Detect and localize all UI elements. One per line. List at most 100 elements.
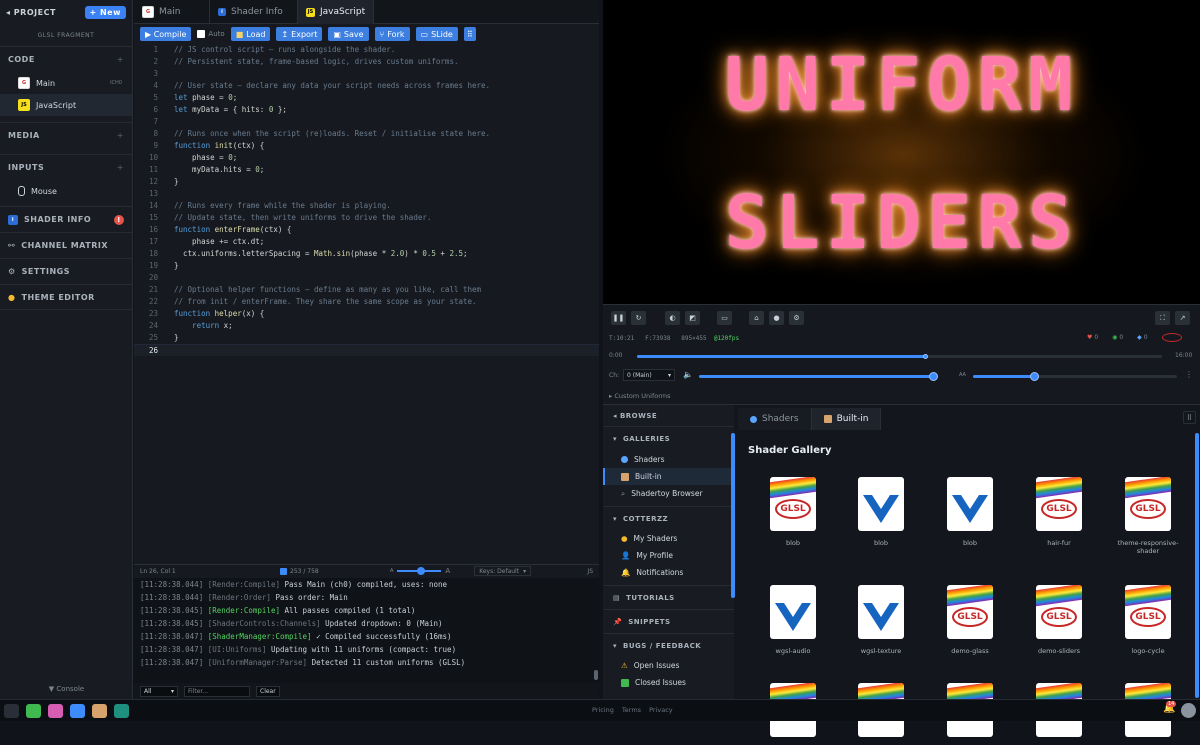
volume-slider[interactable] [699, 372, 939, 381]
code-line[interactable]: 8 // Runs once when the script (re)loads.… [134, 128, 599, 140]
code-line[interactable]: 12} [134, 176, 599, 188]
code-line[interactable]: 24 return x; [134, 320, 599, 332]
more-icon[interactable]: ⋮ [1185, 370, 1193, 379]
view-counter[interactable]: ◉ 0 [1112, 334, 1123, 341]
popout-icon[interactable]: ↗ [1175, 311, 1190, 325]
tutorials-header[interactable]: ▤ TUTORIALS [603, 585, 734, 609]
section-shader-info[interactable]: i SHADER INFO ! [0, 206, 132, 232]
user-header[interactable]: ▾ COTTERZZ [603, 506, 734, 530]
terms-link[interactable]: Terms [622, 706, 641, 714]
galleries-header[interactable]: ▾ GALLERIES [603, 427, 734, 451]
sidebar-item-javascript[interactable]: JS JavaScript [0, 94, 132, 116]
add-media-icon[interactable]: + [117, 131, 124, 140]
gallery-card[interactable]: GLSL theme-responsive-shader [1113, 477, 1183, 555]
section-channel-matrix[interactable]: ⚯ CHANNEL MATRIX [0, 232, 132, 258]
timeline-slider[interactable] [637, 354, 1162, 359]
slide-button[interactable]: ▭ SLide [415, 27, 458, 41]
load-button[interactable]: ■ Load [230, 27, 271, 41]
nav-item-open-issues[interactable]: ⚠ Open Issues [603, 657, 734, 674]
section-inputs[interactable]: INPUTS + [0, 154, 132, 180]
code-line[interactable]: 5 let phase = 0; [134, 92, 599, 104]
custom-uniforms-toggle[interactable]: ▸ Custom Uniforms [609, 392, 671, 400]
section-media[interactable]: MEDIA + [0, 122, 132, 148]
code-line[interactable]: 13 [134, 188, 599, 200]
more-button[interactable]: ⠿ [463, 27, 476, 41]
keys-select[interactable]: Keys: Default ▾ [474, 566, 532, 576]
console-level-select[interactable]: All ▾ [140, 685, 178, 697]
code-line[interactable]: 22 // from init / enterFrame. They share … [134, 296, 599, 308]
code-line[interactable]: 10 phase = 0; [134, 152, 599, 164]
code-line[interactable]: 1 // JS control script — runs alongside t… [134, 44, 599, 56]
code-line[interactable]: 18 ctx.uniforms.letterSpacing = Math.sin… [134, 248, 599, 260]
code-line[interactable]: 2 // Persistent state, frame-based logic,… [134, 56, 599, 68]
add-code-icon[interactable]: + [117, 55, 124, 64]
code-line[interactable]: 4 // User state — declare any data your s… [134, 80, 599, 92]
console-filter-input[interactable]: Filter... [184, 685, 250, 697]
gallery-scrollbar[interactable] [1195, 433, 1199, 698]
tab-shader-info[interactable]: i Shader Info [210, 0, 298, 24]
nav-item-closed-issues[interactable]: Closed Issues [603, 674, 734, 691]
section-code[interactable]: CODE + [0, 46, 132, 72]
tab-javascript[interactable]: JS JavaScript [298, 0, 374, 24]
gallery-card[interactable]: wgsl-audio [758, 585, 828, 655]
gallery-card[interactable]: GLSL hair-fur [1024, 477, 1094, 547]
bookmark-icon[interactable]: ◩ [685, 311, 700, 325]
code-line[interactable]: 17 phase += ctx.dt; [134, 236, 599, 248]
sidebar-item-main[interactable]: G Main ICH0 [0, 72, 132, 94]
shader-preview[interactable]: UNIFORM SLIDERS [603, 0, 1200, 304]
share-counter[interactable]: ◆ 0 [1137, 334, 1147, 341]
code-line[interactable]: 9 function init(ctx) { [134, 140, 599, 152]
gallery-card[interactable]: blob [846, 477, 916, 547]
compile-button[interactable]: ▶ Compile [140, 27, 192, 41]
gallery-card[interactable]: wgsl-texture [846, 585, 916, 655]
console-toggle[interactable]: ▼ Console [0, 685, 133, 693]
sidebar-item-mouse[interactable]: Mouse [0, 180, 132, 202]
code-line[interactable]: 26 [134, 344, 599, 356]
code-line[interactable]: 25} [134, 332, 599, 344]
bugs-header[interactable]: ▾ BUGS / FEEDBACK [603, 633, 734, 657]
code-line[interactable]: 6 let myData = { hits: 0 }; [134, 104, 599, 116]
nav-item-my-shaders[interactable]: ● My Shaders [603, 530, 734, 547]
code-line[interactable]: 23 function helper(x) { [134, 308, 599, 320]
fullscreen-icon[interactable]: ⛶ [1155, 311, 1170, 325]
gallery-card[interactable]: GLSL logo-cycle [1113, 585, 1183, 655]
code-line[interactable]: 21 // Optional helper functions — define … [134, 284, 599, 296]
code-line[interactable]: 14 // Runs every frame while the shader i… [134, 200, 599, 212]
pause-icon[interactable]: ❚❚ [611, 311, 626, 325]
snippets-header[interactable]: 📌 SNIPPETS [603, 609, 734, 633]
browse-toggle[interactable]: ◂ BROWSE [603, 405, 734, 427]
camera-icon[interactable]: ⌂ [749, 311, 764, 325]
console-clear-button[interactable]: Clear [256, 685, 280, 697]
code-line[interactable]: 15 // Update state, then write uniforms t… [134, 212, 599, 224]
channel-select[interactable]: 0 (Main) ▾ [623, 369, 675, 381]
section-theme-editor[interactable]: ● THEME EDITOR [0, 284, 132, 310]
record-icon[interactable]: ● [769, 311, 784, 325]
nav-item-shadertoy[interactable]: ⌕ Shadertoy Browser [603, 485, 734, 502]
save-button[interactable]: ▣ Save [328, 27, 369, 41]
export-button[interactable]: ↥ Export [276, 27, 323, 41]
gallery-card[interactable]: blob [935, 477, 1005, 547]
code-area[interactable]: 1 // JS control script — runs alongside t… [134, 44, 599, 564]
font-size-slider[interactable] [397, 567, 442, 575]
project-toggle[interactable]: ◂ PROJECT [6, 8, 56, 17]
new-button[interactable]: + New [84, 5, 126, 19]
font-size-knob[interactable] [417, 567, 426, 575]
code-line[interactable]: 7 [134, 116, 599, 128]
terminal-app-icon[interactable] [4, 704, 19, 718]
nav-item-my-profile[interactable]: 👤 My Profile [603, 547, 734, 564]
timeline-knob[interactable] [923, 354, 929, 359]
section-settings[interactable]: ⚙ SETTINGS [0, 258, 132, 284]
media-player-app-icon[interactable] [26, 704, 41, 718]
gallery-card[interactable]: GLSL demo-sliders [1024, 585, 1094, 655]
tab-main[interactable]: G Main [134, 0, 210, 24]
code-line[interactable]: 11 myData.hits = 0; [134, 164, 599, 176]
code-line[interactable]: 20 [134, 272, 599, 284]
gallery-card[interactable]: GLSL demo-glass [935, 585, 1005, 655]
privacy-link[interactable]: Privacy [649, 706, 673, 714]
char-count-checkbox-icon[interactable] [280, 567, 287, 575]
contrast-icon[interactable]: ◐ [665, 311, 680, 325]
console-scrollbar[interactable] [594, 670, 598, 680]
gallery-card[interactable]: GLSL blob [758, 477, 828, 547]
folder-app-icon[interactable] [92, 704, 107, 718]
camera-app-icon[interactable] [70, 704, 85, 718]
